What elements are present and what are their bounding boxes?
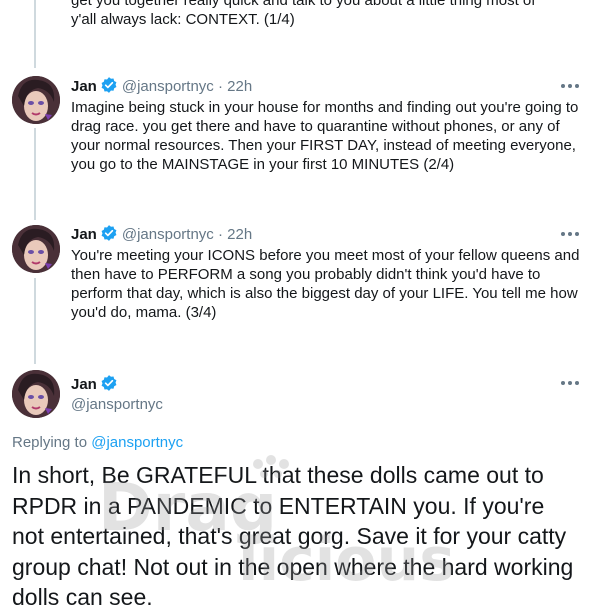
- tweet-text-line: get you together really quick and talk t…: [71, 0, 536, 9]
- tweet-text: Imagine being stuck in your house for mo…: [71, 99, 579, 173]
- avatar[interactable]: [12, 370, 60, 418]
- replying-to-label: Replying to: [12, 434, 88, 451]
- timestamp[interactable]: 22h: [227, 78, 252, 95]
- user-handle[interactable]: @jansportnyc: [122, 226, 214, 243]
- replying-to-link[interactable]: @jansportnyc: [91, 434, 183, 451]
- verified-badge-icon: [100, 224, 118, 248]
- avatar[interactable]: [12, 76, 60, 124]
- timestamp[interactable]: 22h: [227, 226, 252, 243]
- more-options-icon[interactable]: [561, 378, 579, 388]
- tweet-text: You're meeting your ICONS before you mee…: [71, 247, 580, 321]
- tweet-header: Jan @jansportnyc · 22h: [71, 76, 252, 100]
- more-options-icon[interactable]: [561, 229, 579, 239]
- tweet-header: Jan @jansportnyc · 22h: [71, 224, 252, 248]
- display-name[interactable]: Jan: [71, 226, 97, 243]
- verified-badge-icon: [100, 76, 118, 100]
- user-handle[interactable]: @jansportnyc: [71, 395, 163, 415]
- thread-line: [34, 0, 36, 68]
- display-name[interactable]: Jan: [71, 78, 97, 95]
- thread-line: [34, 128, 36, 220]
- main-tweet-text: In short, Be GRATEFUL that these dolls c…: [12, 462, 574, 610]
- more-options-icon[interactable]: [561, 81, 579, 91]
- display-name-text: Jan: [71, 376, 97, 393]
- avatar[interactable]: [12, 225, 60, 273]
- user-handle[interactable]: @jansportnyc: [122, 78, 214, 95]
- tweet-text-line: y'all always lack: CONTEXT. (1/4): [71, 11, 295, 28]
- thread-line: [34, 278, 36, 364]
- tweet-text-partial: get you together really quick and talk t…: [71, 0, 581, 29]
- replying-to: Replying to @jansportnyc: [12, 434, 183, 451]
